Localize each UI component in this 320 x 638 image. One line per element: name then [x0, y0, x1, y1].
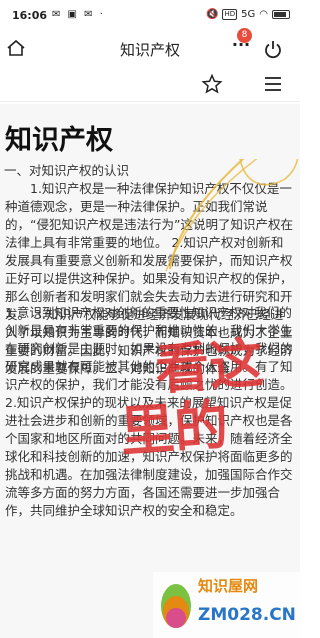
site-watermark: 知识屋网 ZM028.CN	[153, 572, 300, 638]
watermark-logo-icon	[161, 584, 191, 628]
status-bar: 16:06 ✉ ▣ ✉ · 🔇 HD 5G ◠	[0, 0, 300, 30]
power-icon	[265, 41, 281, 59]
notification-badge: 8	[237, 28, 252, 43]
handwritten-annotation: 里的	[118, 393, 231, 464]
watermark-url: ZM028.CN	[198, 605, 296, 625]
status-time: 16:06	[12, 9, 48, 22]
notification-icons: ✉ ▣ ✉ ·	[52, 9, 105, 20]
wifi-icon: ◠	[259, 9, 268, 20]
power-button[interactable]	[262, 38, 284, 60]
section-heading: 一、对知识产权的认识	[4, 163, 130, 178]
page-title: 知识产权	[5, 125, 113, 156]
menu-icon	[265, 77, 281, 91]
nav-title: 知识产权	[119, 41, 180, 59]
status-indicators: 🔇 HD 5G ◠	[206, 9, 290, 20]
page-toolbar	[0, 66, 300, 102]
signal-icon: 5G	[241, 9, 256, 20]
star-icon	[201, 73, 223, 94]
hd-icon: HD	[222, 9, 238, 20]
nav-bar: 知识产权 ···	[0, 30, 300, 66]
menu-button[interactable]	[262, 74, 284, 94]
mute-icon: 🔇	[206, 9, 219, 20]
annotation-arrow-icon	[165, 159, 299, 272]
article-content: 知识产权 一、对知识产权的认识 1.知识产权是一种法律保护知识产权不仅仅是一种道…	[0, 104, 300, 638]
favorite-button[interactable]	[201, 73, 223, 95]
battery-icon	[272, 10, 290, 19]
watermark-text: 知识屋网	[198, 577, 259, 595]
